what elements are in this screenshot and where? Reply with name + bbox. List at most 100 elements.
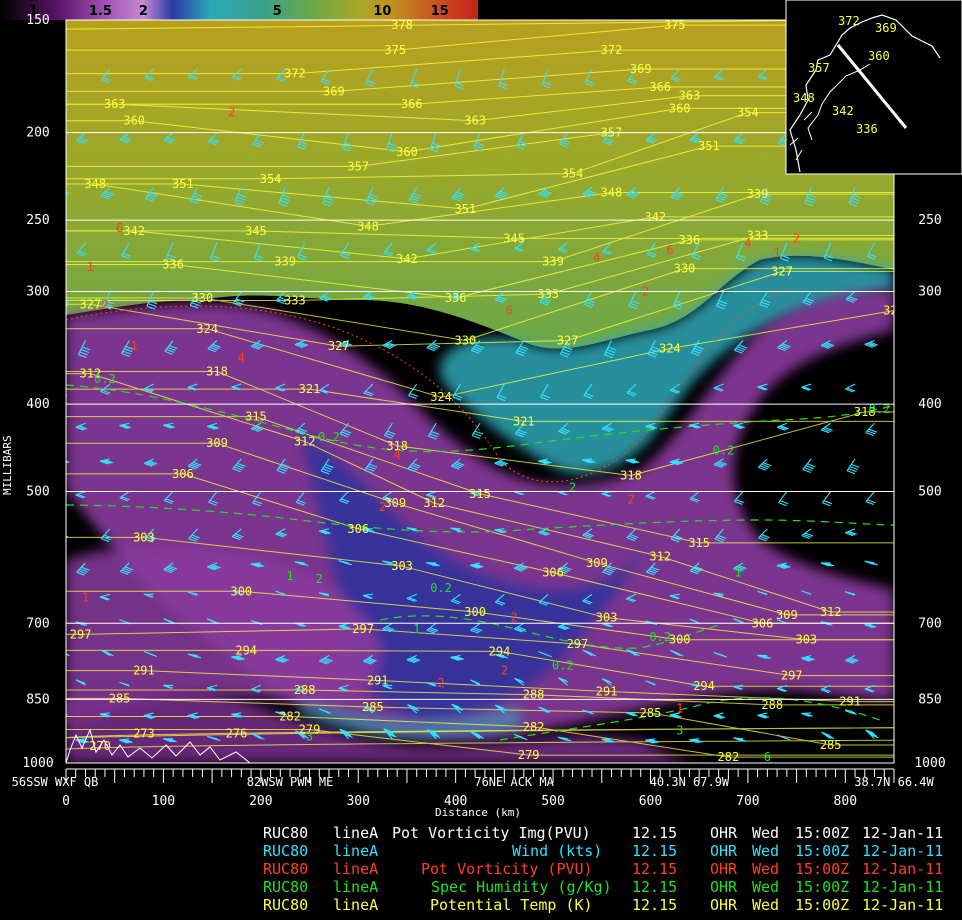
theta-label: 309 (384, 496, 406, 510)
q-label: 1 (286, 569, 293, 583)
legend-field: RUC80 (263, 842, 309, 860)
y-tick-label-right: 500 (918, 485, 941, 500)
q-label: 1 (735, 566, 742, 580)
pv-label: 4 (593, 250, 600, 264)
theta-label: 318 (620, 469, 642, 483)
theta-label: 309 (206, 436, 228, 450)
theta-label: 354 (260, 172, 282, 186)
pv-label: 1 (676, 701, 683, 715)
theta-label: 363 (104, 97, 126, 111)
pv-label: 2 (627, 492, 634, 506)
theta-label: 327 (557, 333, 579, 347)
y-tick-label-right: 700 (918, 616, 941, 631)
y-axis-label: MILLIBARS (1, 435, 14, 495)
legend-field: Spec Humidity (g/Kg) (431, 878, 612, 896)
theta-label: 351 (455, 202, 477, 216)
theta-label: 321 (299, 382, 321, 396)
pv-label: 1 (82, 590, 89, 604)
y-tick-label: 150 (26, 13, 49, 28)
q-label: 6 (764, 750, 771, 764)
y-tick-label-right: 400 (918, 397, 941, 412)
theta-label: 348 (84, 177, 106, 191)
theta-label: 345 (503, 231, 525, 245)
inset-theta-label: 342 (832, 104, 854, 118)
theta-label: 303 (596, 611, 618, 625)
x-tick-label: 800 (834, 794, 857, 809)
legend-field: lineA (333, 878, 379, 896)
legend-field: RUC80 (263, 824, 309, 842)
theta-label: 309 (776, 608, 798, 622)
inset-theta-label: 348 (793, 91, 815, 105)
colorbar: 1 1.5 2 5 10 15 (0, 0, 478, 20)
inset-map: 372 369 357 360 348 342336 (785, 0, 962, 175)
inset-theta-label: 372 (838, 14, 860, 28)
legend-field: Potential Temp (K) (430, 896, 593, 914)
pv-label: 6 (506, 304, 513, 318)
theta-label: 309 (586, 556, 608, 570)
legend-field: 12.15 (632, 878, 678, 896)
legend-field: 12.15 (632, 824, 678, 842)
y-tick-label: 200 (26, 126, 49, 141)
theta-label: 297 (70, 627, 92, 641)
wind-barb (66, 384, 68, 396)
legend-field: 12-Jan-11 (862, 842, 944, 860)
legend-field: Wed (752, 842, 780, 860)
x-tick-label: 100 (152, 794, 175, 809)
theta-label: 369 (630, 62, 652, 76)
pv-label: 2 (101, 297, 108, 311)
theta-label: 285 (109, 691, 131, 705)
theta-label: 291 (367, 673, 389, 687)
theta-label: 366 (401, 97, 423, 111)
legend-field: RUC80 (263, 878, 309, 896)
legend-field: lineA (333, 824, 379, 842)
inset-theta-label: 360 (868, 49, 890, 63)
q-label: 0.2 (318, 430, 340, 444)
theta-label: 288 (761, 698, 783, 712)
x-tick-label: 300 (346, 794, 369, 809)
theta-label: 282 (718, 750, 740, 764)
theta-label: 306 (347, 522, 369, 536)
x-axis-label: Distance (km) (435, 806, 521, 819)
inset-theta-label: 369 (875, 21, 897, 35)
y-tick-label-right: 250 (918, 213, 941, 228)
pv-label: 2 (379, 500, 386, 514)
legend-field: 15:00Z (795, 824, 850, 842)
pv-label: 6 (666, 243, 673, 257)
pv-label: 6 (116, 221, 123, 235)
theta-label: 327 (328, 339, 350, 353)
q-label: 0.2 (552, 659, 574, 673)
colorbar-label: 2 (139, 4, 148, 19)
y-tick-label: 250 (26, 213, 49, 228)
x-location-label: 76NE ACK MA (474, 775, 554, 789)
q-label: 3 (306, 730, 313, 744)
theta-label: 297 (567, 637, 589, 651)
legend: RUC80 lineA Pot Vorticity Img(PVU) 12.15 OHR… (0, 820, 962, 920)
theta-label: 327 (80, 297, 102, 311)
theta-label: 342 (123, 224, 145, 238)
theta-label: 354 (562, 167, 584, 181)
legend-field: lineA (333, 896, 379, 914)
theta-label: 279 (518, 748, 540, 762)
q-label: 0.2 (94, 372, 116, 386)
legend-field: 12-Jan-11 (862, 878, 944, 896)
theta-label: 342 (396, 252, 418, 266)
x-tick-label: 200 (249, 794, 272, 809)
theta-label: 357 (347, 159, 369, 173)
theta-label: 276 (226, 727, 248, 741)
theta-label: 285 (820, 738, 842, 752)
theta-label: 297 (781, 669, 803, 683)
theta-label: 360 (669, 101, 691, 115)
y-tick-label-right: 850 (918, 692, 941, 707)
q-label: 2 (316, 572, 323, 586)
theta-label: 336 (445, 291, 467, 305)
theta-label: 327 (771, 264, 793, 278)
theta-label: 330 (674, 262, 696, 276)
theta-label: 372 (601, 43, 623, 57)
colorbar-gradient (0, 0, 478, 20)
x-location-label: 82WSW PWM ME (247, 775, 334, 789)
y-tick-label-right: 1000 (914, 756, 945, 771)
pv-label: 4 (744, 236, 751, 250)
pv-label: 4 (238, 350, 245, 364)
theta-label: 348 (357, 219, 379, 233)
theta-label: 285 (640, 706, 662, 720)
